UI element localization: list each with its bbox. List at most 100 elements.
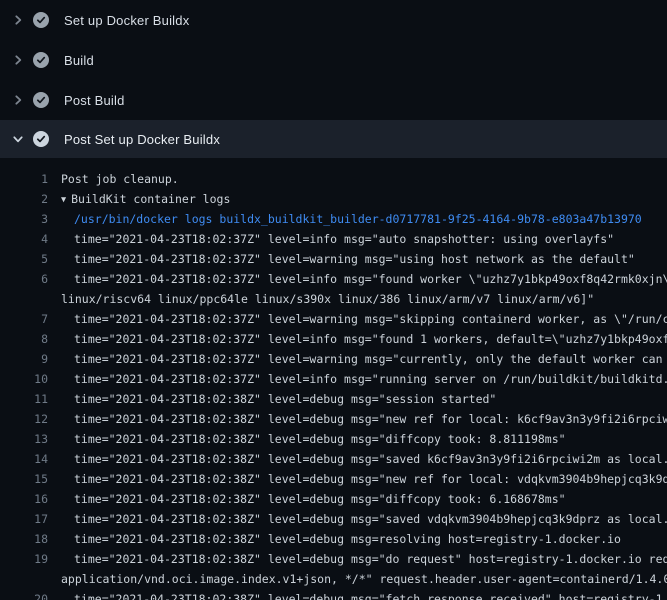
- log-line-message: time="2021-04-23T18:02:37Z" level=info m…: [74, 332, 667, 346]
- chevron-icon: [12, 54, 24, 66]
- log-line: 7 time="2021-04-23T18:02:37Z" level=warn…: [0, 309, 667, 329]
- log-line-text: ▼ BuildKit container logs: [48, 189, 667, 209]
- log-line-text: time="2021-04-23T18:02:38Z" level=debug …: [48, 469, 667, 489]
- log-line: 4 time="2021-04-23T18:02:37Z" level=info…: [0, 229, 667, 249]
- log-line-message: linux/riscv64 linux/ppc64le linux/s390x …: [61, 292, 594, 306]
- log-line-message: time="2021-04-23T18:02:38Z" level=debug …: [74, 432, 566, 446]
- step-row-set-up-docker-buildx[interactable]: Set up Docker Buildx: [0, 0, 667, 40]
- log-line-text: time="2021-04-23T18:02:38Z" level=debug …: [48, 429, 667, 449]
- log-line-text: time="2021-04-23T18:02:38Z" level=debug …: [48, 449, 667, 469]
- log-line-number[interactable]: 17: [0, 509, 48, 529]
- log-line-number[interactable]: 11: [0, 389, 48, 409]
- log-line-number[interactable]: 1: [0, 169, 48, 189]
- chevron-icon: [12, 94, 24, 106]
- steps-list: Set up Docker Buildx Build: [0, 0, 667, 158]
- log-line-number[interactable]: 6: [0, 269, 48, 289]
- log-line-number[interactable]: 20: [0, 589, 48, 600]
- log-line: 12 time="2021-04-23T18:02:38Z" level=deb…: [0, 409, 667, 429]
- log-line-message: time="2021-04-23T18:02:37Z" level=warnin…: [74, 352, 667, 366]
- log-line-message: time="2021-04-23T18:02:38Z" level=debug …: [74, 552, 667, 566]
- log-line-number[interactable]: 10: [0, 369, 48, 389]
- log-line-text: time="2021-04-23T18:02:38Z" level=debug …: [48, 389, 667, 409]
- log-line: 16 time="2021-04-23T18:02:38Z" level=deb…: [0, 489, 667, 509]
- log-line-number[interactable]: 14: [0, 449, 48, 469]
- log-line: linux/riscv64 linux/ppc64le linux/s390x …: [0, 289, 667, 309]
- log-line-number[interactable]: 2: [0, 189, 48, 209]
- log-line-text: time="2021-04-23T18:02:37Z" level=warnin…: [48, 349, 667, 369]
- log-line-message: time="2021-04-23T18:02:38Z" level=debug …: [74, 472, 667, 486]
- log-line-text: linux/riscv64 linux/ppc64le linux/s390x …: [48, 289, 667, 309]
- log-line-number[interactable]: 19: [0, 549, 48, 569]
- actions-log-viewer: Set up Docker Buildx Build: [0, 0, 667, 600]
- log-line: 6 time="2021-04-23T18:02:37Z" level=info…: [0, 269, 667, 289]
- log-line-number[interactable]: 7: [0, 309, 48, 329]
- log-line-message: time="2021-04-23T18:02:38Z" level=debug …: [74, 512, 667, 526]
- step-row-post-set-up-docker-buildx[interactable]: Post Set up Docker Buildx: [0, 120, 667, 158]
- log-area: 1 Post job cleanup. 2 ▼ BuildKit containe…: [0, 158, 667, 600]
- log-line-number[interactable]: 4: [0, 229, 48, 249]
- log-line-number[interactable]: 15: [0, 469, 48, 489]
- log-line-text: time="2021-04-23T18:02:38Z" level=debug …: [48, 509, 667, 529]
- log-line-message: time="2021-04-23T18:02:38Z" level=debug …: [74, 532, 621, 546]
- log-group-collapse-icon[interactable]: ▼: [61, 190, 66, 209]
- log-line-text: /usr/bin/docker logs buildx_buildkit_bui…: [48, 209, 667, 229]
- log-line-text: time="2021-04-23T18:02:38Z" level=debug …: [48, 489, 667, 509]
- log-line: 5 time="2021-04-23T18:02:37Z" level=warn…: [0, 249, 667, 269]
- log-line: 14 time="2021-04-23T18:02:38Z" level=deb…: [0, 449, 667, 469]
- log-line-text: time="2021-04-23T18:02:37Z" level=warnin…: [48, 309, 667, 329]
- log-line: 2 ▼ BuildKit container logs: [0, 189, 667, 209]
- log-line: 17 time="2021-04-23T18:02:38Z" level=deb…: [0, 509, 667, 529]
- log-line-message: time="2021-04-23T18:02:37Z" level=info m…: [74, 232, 614, 246]
- log-line-number[interactable]: 12: [0, 409, 48, 429]
- check-circle-icon: [33, 131, 49, 147]
- step-row-post-build[interactable]: Post Build: [0, 80, 667, 120]
- log-line-text: time="2021-04-23T18:02:37Z" level=info m…: [48, 269, 667, 289]
- step-label: Post Build: [64, 93, 125, 108]
- chevron-icon: [12, 133, 24, 145]
- step-row-build[interactable]: Build: [0, 40, 667, 80]
- log-line-number[interactable]: [0, 289, 48, 309]
- log-line-number[interactable]: 13: [0, 429, 48, 449]
- log-line-message: application/vnd.oci.image.index.v1+json,…: [61, 572, 667, 586]
- log-line: 10 time="2021-04-23T18:02:37Z" level=inf…: [0, 369, 667, 389]
- log-line-text: time="2021-04-23T18:02:37Z" level=warnin…: [48, 249, 667, 269]
- log-line: 15 time="2021-04-23T18:02:38Z" level=deb…: [0, 469, 667, 489]
- log-line-message: time="2021-04-23T18:02:37Z" level=warnin…: [74, 252, 635, 266]
- log-line: application/vnd.oci.image.index.v1+json,…: [0, 569, 667, 589]
- check-circle-icon: [33, 52, 49, 68]
- log-line: 1 Post job cleanup.: [0, 169, 667, 189]
- log-line-message: time="2021-04-23T18:02:37Z" level=info m…: [74, 272, 667, 286]
- log-line-message: time="2021-04-23T18:02:38Z" level=debug …: [74, 492, 566, 506]
- log-line-number[interactable]: 9: [0, 349, 48, 369]
- log-line-number[interactable]: 16: [0, 489, 48, 509]
- log-line: 13 time="2021-04-23T18:02:38Z" level=deb…: [0, 429, 667, 449]
- log-line-text: time="2021-04-23T18:02:38Z" level=debug …: [48, 409, 667, 429]
- log-line-text: time="2021-04-23T18:02:37Z" level=info m…: [48, 229, 667, 249]
- log-line: 9 time="2021-04-23T18:02:37Z" level=warn…: [0, 349, 667, 369]
- log-line-message: Post job cleanup.: [61, 172, 179, 186]
- log-line-text: application/vnd.oci.image.index.v1+json,…: [48, 569, 667, 589]
- log-line-message: time="2021-04-23T18:02:38Z" level=debug …: [74, 392, 496, 406]
- log-line-number[interactable]: 5: [0, 249, 48, 269]
- log-line-message: time="2021-04-23T18:02:38Z" level=debug …: [74, 412, 667, 426]
- check-circle-icon: [33, 92, 49, 108]
- log-line-message: time="2021-04-23T18:02:37Z" level=warnin…: [74, 312, 667, 326]
- log-line-text: Post job cleanup.: [48, 169, 667, 189]
- log-line: 3 /usr/bin/docker logs buildx_buildkit_b…: [0, 209, 667, 229]
- log-line-message: time="2021-04-23T18:02:37Z" level=info m…: [74, 372, 667, 386]
- log-line-number[interactable]: 3: [0, 209, 48, 229]
- log-line-text: time="2021-04-23T18:02:37Z" level=info m…: [48, 329, 667, 349]
- step-label: Build: [64, 53, 94, 68]
- check-circle-icon: [33, 12, 49, 28]
- log-line-number[interactable]: [0, 569, 48, 589]
- log-line-text: time="2021-04-23T18:02:38Z" level=debug …: [48, 549, 667, 569]
- log-line-number[interactable]: 8: [0, 329, 48, 349]
- log-line-message: BuildKit container logs: [71, 192, 230, 206]
- step-label: Post Set up Docker Buildx: [64, 132, 220, 147]
- log-line: 20 time="2021-04-23T18:02:38Z" level=deb…: [0, 589, 667, 600]
- log-line-text: time="2021-04-23T18:02:37Z" level=info m…: [48, 369, 667, 389]
- log-line: 11 time="2021-04-23T18:02:38Z" level=deb…: [0, 389, 667, 409]
- chevron-icon: [12, 14, 24, 26]
- log-line-message: /usr/bin/docker logs buildx_buildkit_bui…: [74, 212, 642, 226]
- log-line-number[interactable]: 18: [0, 529, 48, 549]
